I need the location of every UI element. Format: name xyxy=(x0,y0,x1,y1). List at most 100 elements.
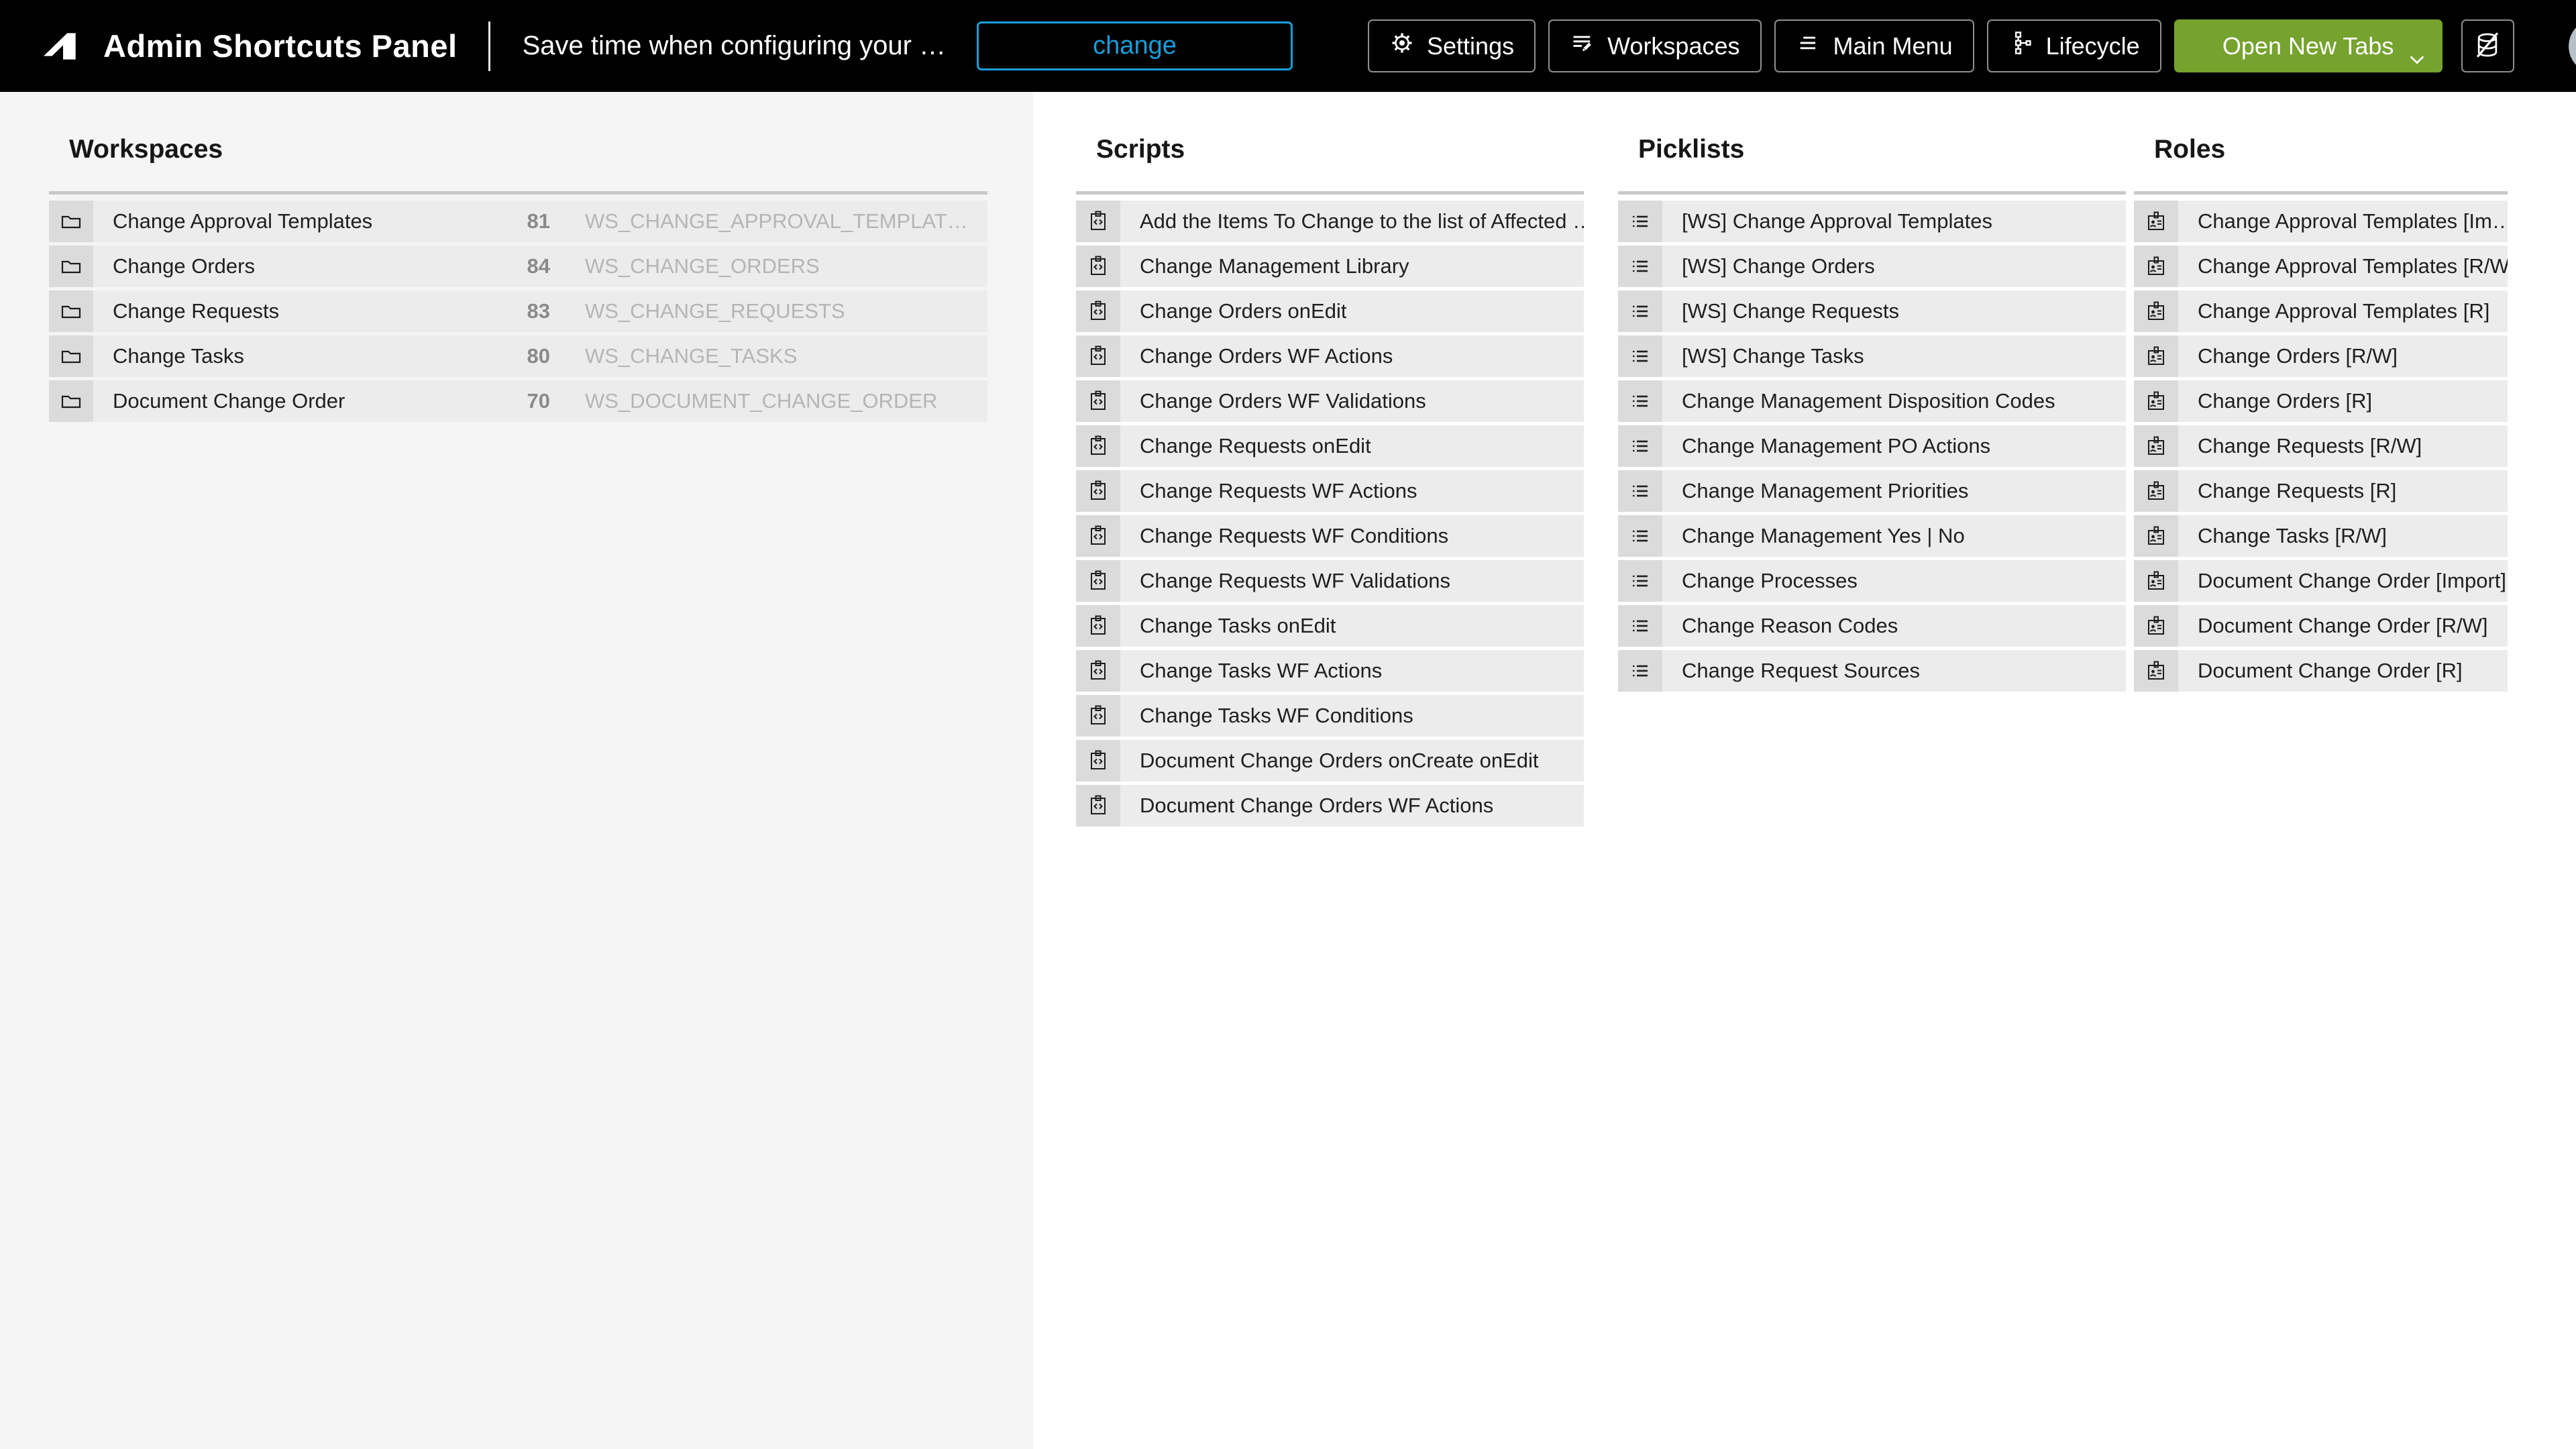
item-label: Document Change Order [R] xyxy=(2198,659,2463,683)
badge-icon xyxy=(2134,425,2178,467)
list-item[interactable]: Document Change Order [R] xyxy=(2134,650,2508,692)
list-item[interactable]: Change Approval Templates81WS_CHANGE_APP… xyxy=(49,201,987,242)
badge-icon xyxy=(2134,201,2178,242)
workspaces-column-title: Workspaces xyxy=(69,135,987,164)
workspace-id-badge: 84 xyxy=(503,254,550,278)
badge-icon xyxy=(2134,560,2178,602)
list-item[interactable]: Change Requests onEdit xyxy=(1076,425,1584,467)
list-item[interactable]: Change Requests83WS_CHANGE_REQUESTS xyxy=(49,290,987,332)
list-item[interactable]: Change Orders WF Validations xyxy=(1076,380,1584,422)
list-item[interactable]: Change Management PO Actions xyxy=(1618,425,2126,467)
item-label: Change Approval Templates [Im… xyxy=(2198,209,2508,233)
list-item[interactable]: Change Orders [R/W] xyxy=(2134,335,2508,377)
item-label: Change Management PO Actions xyxy=(1682,434,1990,458)
workspace-code: WS_CHANGE_APPROVAL_TEMPLAT… xyxy=(585,209,968,233)
script-icon xyxy=(1076,560,1120,602)
list-item[interactable]: Change Requests WF Actions xyxy=(1076,470,1584,512)
list-item[interactable]: Change Requests WF Conditions xyxy=(1076,515,1584,557)
item-label: [WS] Change Approval Templates xyxy=(1682,209,1992,233)
gear-icon xyxy=(1389,30,1415,62)
search-input[interactable] xyxy=(977,21,1293,70)
list-icon xyxy=(1618,380,1662,422)
item-label: Change Approval Templates [R] xyxy=(2198,299,2489,323)
script-icon xyxy=(1076,605,1120,647)
open-new-tabs-button[interactable]: Open New Tabs xyxy=(2174,19,2443,72)
list-item[interactable]: Change Requests [R/W] xyxy=(2134,425,2508,467)
database-off-button[interactable] xyxy=(2461,19,2514,72)
list-item[interactable]: Change Management Disposition Codes xyxy=(1618,380,2126,422)
list-item[interactable]: Change Approval Templates [R/W] xyxy=(2134,246,2508,287)
list-item[interactable]: [WS] Change Orders xyxy=(1618,246,2126,287)
list-item[interactable]: Change Requests [R] xyxy=(2134,470,2508,512)
list-icon xyxy=(1618,335,1662,377)
list-item[interactable]: Change Reason Codes xyxy=(1618,605,2126,647)
workspace-code: WS_CHANGE_ORDERS xyxy=(585,254,820,278)
list-item[interactable]: Change Request Sources xyxy=(1618,650,2126,692)
column-divider xyxy=(2134,191,2508,195)
list-item[interactable]: Change Processes xyxy=(1618,560,2126,602)
lifecycle-button[interactable]: Lifecycle xyxy=(1987,19,2161,72)
list-item[interactable]: Change Approval Templates [Im… xyxy=(2134,201,2508,242)
script-icon xyxy=(1076,695,1120,737)
list-item[interactable]: Document Change Orders WF Actions xyxy=(1076,785,1584,826)
list-item[interactable]: [WS] Change Requests xyxy=(1618,290,2126,332)
workspace-name: Change Approval Templates xyxy=(113,209,503,233)
chevron-down-icon[interactable] xyxy=(2409,42,2425,70)
list-item[interactable]: [WS] Change Tasks xyxy=(1618,335,2126,377)
lifecycle-button-label: Lifecycle xyxy=(2046,32,2140,60)
list-icon xyxy=(1618,425,1662,467)
item-label: Change Processes xyxy=(1682,569,1858,593)
list-item[interactable]: Change Management Library xyxy=(1076,246,1584,287)
list-item[interactable]: Change Orders84 WS_CHANGE_ORDERS xyxy=(49,246,987,287)
list-item[interactable]: Change Approval Templates [R] xyxy=(2134,290,2508,332)
list-item[interactable]: Change Management Priorities xyxy=(1618,470,2126,512)
list-item[interactable]: Document Change Order70WS_DOCUMENT_CHANG… xyxy=(49,380,987,422)
list-item[interactable]: Change Tasks80WS_CHANGE_TASKS xyxy=(49,335,987,377)
list-item[interactable]: Change Orders onEdit xyxy=(1076,290,1584,332)
list-item[interactable]: Add the Items To Change to the list of A… xyxy=(1076,201,1584,242)
header-divider xyxy=(488,21,490,71)
badge-icon xyxy=(2134,515,2178,557)
list-item[interactable]: Change Management Yes | No xyxy=(1618,515,2126,557)
list-icon xyxy=(1618,470,1662,512)
list-item[interactable]: Change Tasks WF Conditions xyxy=(1076,695,1584,737)
script-icon xyxy=(1076,335,1120,377)
workspace-name: Change Orders xyxy=(113,254,503,278)
badge-icon xyxy=(2134,650,2178,692)
main-menu-button[interactable]: Main Menu xyxy=(1774,19,1974,72)
item-label: Change Tasks [R/W] xyxy=(2198,524,2387,548)
list-item[interactable]: Document Change Orders onCreate onEdit xyxy=(1076,740,1584,782)
badge-icon xyxy=(2134,470,2178,512)
item-label: Change Management Library xyxy=(1140,254,1409,278)
list-item[interactable]: Change Requests WF Validations xyxy=(1076,560,1584,602)
item-label: Change Management Priorities xyxy=(1682,479,1968,503)
folder-icon xyxy=(49,335,93,377)
item-label: [WS] Change Tasks xyxy=(1682,344,1864,368)
list-icon xyxy=(1618,201,1662,242)
database-off-icon xyxy=(2472,30,2503,62)
script-icon xyxy=(1076,425,1120,467)
item-label: Change Management Yes | No xyxy=(1682,524,1965,548)
script-icon xyxy=(1076,380,1120,422)
user-avatar[interactable] xyxy=(2569,19,2576,74)
scripts-column: Scripts Add the Items To Change to the l… xyxy=(1076,92,1584,830)
item-label: Change Requests WF Actions xyxy=(1140,479,1417,503)
list-item[interactable]: Change Tasks onEdit xyxy=(1076,605,1584,647)
workspace-id-badge: 80 xyxy=(503,344,550,368)
list-item[interactable]: Change Tasks WF Actions xyxy=(1076,650,1584,692)
workspace-code: WS_CHANGE_TASKS xyxy=(585,344,797,368)
workspace-name: Document Change Order xyxy=(113,389,503,413)
list-item[interactable]: Change Orders WF Actions xyxy=(1076,335,1584,377)
script-icon xyxy=(1076,290,1120,332)
roles-column: Roles Change Approval Templates [Im…Chan… xyxy=(2134,92,2508,695)
workspaces-button[interactable]: Workspaces xyxy=(1548,19,1761,72)
item-label: Change Request Sources xyxy=(1682,659,1920,683)
list-item[interactable]: Document Change Order [R/W] xyxy=(2134,605,2508,647)
item-label: Change Orders WF Actions xyxy=(1140,344,1393,368)
settings-button[interactable]: Settings xyxy=(1368,19,1536,72)
list-item[interactable]: Change Tasks [R/W] xyxy=(2134,515,2508,557)
script-icon xyxy=(1076,785,1120,826)
list-item[interactable]: Document Change Order [Import] xyxy=(2134,560,2508,602)
list-item[interactable]: Change Orders [R] xyxy=(2134,380,2508,422)
list-item[interactable]: [WS] Change Approval Templates xyxy=(1618,201,2126,242)
